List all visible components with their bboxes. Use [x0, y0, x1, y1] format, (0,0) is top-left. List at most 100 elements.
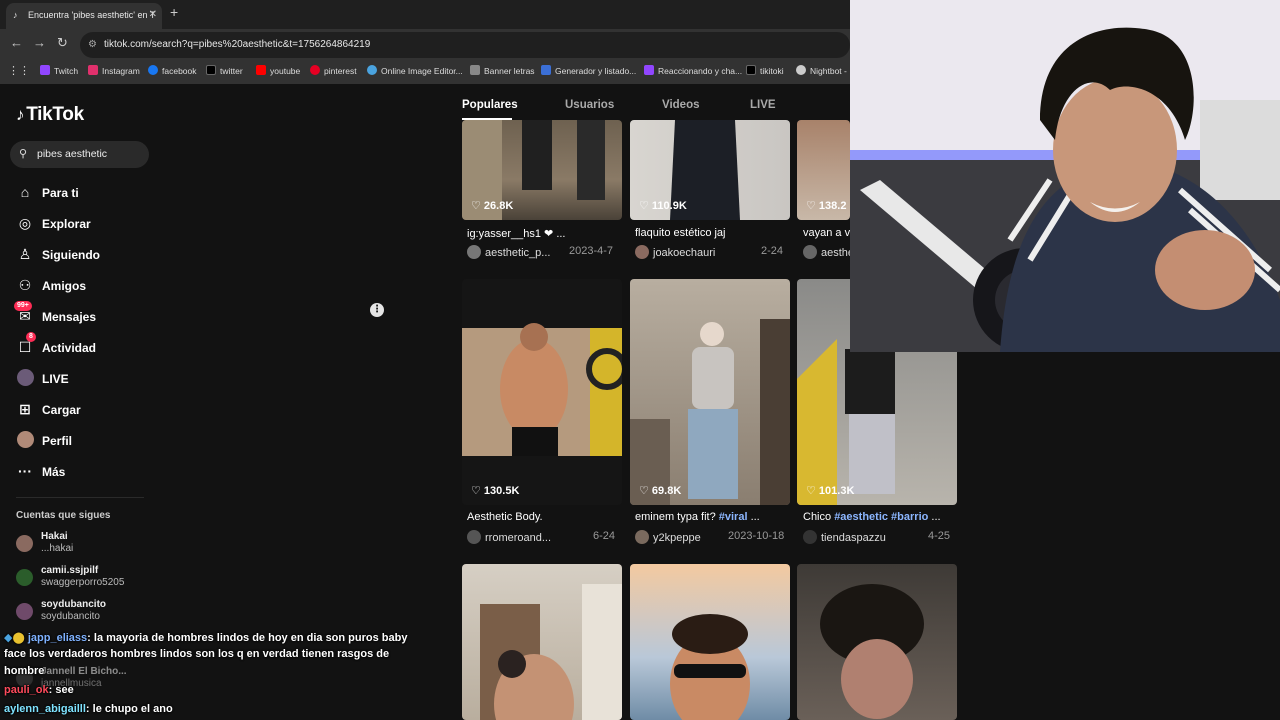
- video-thumbnail[interactable]: ♡ 130.5K: [462, 279, 622, 505]
- tab-usuarios[interactable]: Usuarios: [565, 99, 614, 111]
- upload-icon: ⊞: [19, 401, 31, 417]
- video-date: 4-25: [928, 530, 951, 542]
- sidebar-item-siguiendo[interactable]: ♙ Siguiendo: [16, 243, 100, 265]
- chat-text: hombre: [4, 665, 45, 677]
- avatar: [16, 569, 33, 586]
- sidebar-item-perfil[interactable]: Perfil: [16, 429, 72, 451]
- video-caption[interactable]: eminem typa fit? #viral ...: [635, 511, 785, 523]
- bookmark-tikitoki[interactable]: tikitoki: [746, 65, 784, 77]
- apps-grid-icon[interactable]: ⋮⋮: [8, 65, 30, 77]
- bookmark-facebook[interactable]: facebook: [148, 65, 197, 77]
- video-caption[interactable]: Aesthetic Body.: [467, 511, 617, 523]
- avatar: [16, 603, 33, 620]
- bookmark-youtube[interactable]: youtube: [256, 65, 300, 77]
- bookmark-twitter[interactable]: twitter: [206, 65, 243, 77]
- bookmark-pinterest[interactable]: pinterest: [310, 65, 357, 77]
- video-date: 2-24: [761, 245, 784, 257]
- video-caption[interactable]: ig:yasser__hs1 ❤ ...: [467, 227, 617, 240]
- following-account[interactable]: camii.ssjpilf swaggerporro5205: [16, 565, 146, 591]
- video-thumbnail[interactable]: [462, 564, 622, 720]
- video-date: 6-24: [593, 530, 616, 542]
- video-thumbnail[interactable]: [797, 564, 957, 720]
- video-caption[interactable]: Chico #aesthetic #barrio ...: [803, 511, 953, 523]
- chat-message: pauli_ok: see: [4, 684, 74, 696]
- chat-text: : la mayoria de hombres lindos de hoy en…: [87, 632, 408, 644]
- new-tab-button[interactable]: +: [170, 4, 178, 20]
- video-author[interactable]: tiendaspazzu 4-25: [803, 530, 953, 544]
- video-thumbnail[interactable]: ♡ 69.8K: [630, 279, 790, 505]
- video-thumbnail[interactable]: ♡ 138.2: [797, 120, 850, 220]
- sidebar-item-live[interactable]: LIVE: [16, 367, 69, 389]
- tiktok-logo[interactable]: ♪ TikTok: [16, 104, 84, 126]
- close-tab-icon[interactable]: ✕: [149, 3, 157, 27]
- sidebar-item-cargar[interactable]: ⊞ Cargar: [16, 398, 81, 420]
- likes-count: ♡ 138.2: [806, 200, 847, 212]
- tab-title: Encuentra 'pibes aesthetic' en T: [28, 10, 156, 20]
- bookmarks-bar: ⋮⋮ Twitch Instagram facebook twitter you…: [0, 60, 850, 84]
- likes-count: ♡ 101.3K: [806, 485, 855, 497]
- tab-videos[interactable]: Videos: [662, 99, 700, 111]
- video-caption[interactable]: flaquito estético jaj: [635, 227, 785, 239]
- chat-text: : see: [48, 684, 74, 696]
- chat-username[interactable]: aylenn_abigailll: [4, 703, 86, 715]
- more-options-icon[interactable]: ⋮: [370, 303, 384, 317]
- video-thumbnail[interactable]: [630, 564, 790, 720]
- home-icon: ⌂: [20, 184, 30, 200]
- banner-icon: [470, 65, 480, 75]
- video-author[interactable]: aesthetic_p... 2023-4-7: [467, 245, 617, 259]
- sidebar-item-amigos[interactable]: ⚇ Amigos: [16, 274, 86, 296]
- following-account[interactable]: soydubancito soydubancito: [16, 599, 146, 625]
- video-author[interactable]: joakoechauri 2-24: [635, 245, 785, 259]
- tiktok-icon: [746, 65, 756, 75]
- following-account[interactable]: Hakai ...hakai: [16, 531, 146, 557]
- bookmark-instagram[interactable]: Instagram: [88, 65, 140, 77]
- video-date: 2023-4-7: [569, 245, 614, 257]
- url-text: tiktok.com/search?q=pibes%20aesthetic&t=…: [104, 39, 371, 50]
- chat-username[interactable]: pauli_ok: [4, 684, 49, 696]
- chat-username[interactable]: japp_eliass: [28, 632, 87, 644]
- messages-badge: 99+: [14, 301, 32, 311]
- x-icon: [206, 65, 216, 75]
- pinterest-icon: [310, 65, 320, 75]
- video-thumbnail[interactable]: ♡ 110.9K: [630, 120, 790, 220]
- chat-text: face los verdaderos hombres lindos son l…: [4, 648, 390, 660]
- back-arrow-icon[interactable]: ←: [10, 35, 23, 50]
- bookmark-banner-letras[interactable]: Banner letras: [470, 65, 535, 77]
- bookmark-image-editor[interactable]: Online Image Editor...: [367, 65, 463, 77]
- tab-live[interactable]: LIVE: [750, 99, 776, 111]
- facebook-icon: [148, 65, 158, 75]
- likes-count: ♡ 110.9K: [639, 200, 687, 212]
- editor-icon: [367, 65, 377, 75]
- video-author[interactable]: aesthe: [803, 245, 850, 259]
- bookmark-reaccionando[interactable]: Reaccionando y cha...: [644, 65, 742, 77]
- video-caption[interactable]: vayan a ve: [803, 227, 850, 239]
- hashtag-link[interactable]: #aesthetic #barrio: [834, 511, 928, 523]
- hashtag-link[interactable]: #viral: [719, 511, 748, 523]
- search-input[interactable]: ⚲ pibes aesthetic: [10, 141, 149, 168]
- sidebar-item-actividad[interactable]: ☐ 8 Actividad: [16, 332, 96, 358]
- sidebar-item-mas[interactable]: ··· Más: [16, 460, 65, 482]
- bookmark-nightbot[interactable]: Nightbot -: [796, 65, 847, 77]
- tab-populares[interactable]: Populares: [462, 99, 518, 111]
- bookmark-twitch[interactable]: Twitch: [40, 65, 78, 77]
- video-author[interactable]: rromeroand... 6-24: [467, 530, 617, 544]
- tiktok-note-icon: ♪: [16, 105, 25, 124]
- browser-tab[interactable]: ♪ Encuentra 'pibes aesthetic' en T ✕: [6, 3, 162, 29]
- chat-text: : le chupo el ano: [85, 703, 173, 715]
- sidebar-item-mensajes[interactable]: ✉ 99+ Mensajes: [14, 301, 96, 327]
- chat-message: aylenn_abigailll: le chupo el ano: [4, 703, 173, 715]
- forward-arrow-icon[interactable]: →: [33, 35, 46, 50]
- tiktok-page: ♪ TikTok ⚲ pibes aesthetic ⌂ Para ti ◎ Expl…: [0, 84, 957, 720]
- nightbot-icon: [796, 65, 806, 75]
- video-thumbnail[interactable]: ♡ 26.8K: [462, 120, 622, 220]
- video-author[interactable]: y2kpeppe 2023-10-18: [635, 530, 785, 544]
- sidebar-item-explorar[interactable]: ◎ Explorar: [16, 212, 91, 234]
- sidebar-item-para-ti[interactable]: ⌂ Para ti: [16, 181, 79, 203]
- address-bar[interactable]: ⚙ tiktok.com/search?q=pibes%20aesthetic&…: [80, 32, 850, 58]
- bookmark-generador[interactable]: Generador y listado...: [541, 65, 636, 77]
- reload-icon[interactable]: ↻: [57, 35, 68, 51]
- avatar: [803, 530, 817, 544]
- compass-icon: ◎: [18, 215, 32, 231]
- badge-icon: ⬤: [12, 632, 25, 644]
- site-info-icon[interactable]: ⚙: [88, 32, 97, 58]
